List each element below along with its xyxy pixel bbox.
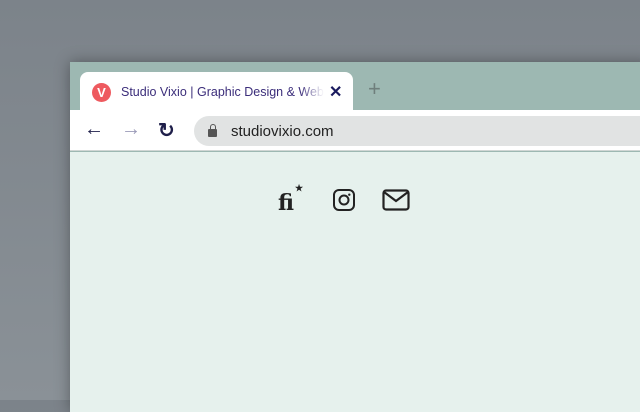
browser-tab[interactable]: V Studio Vixio | Graphic Design & Web De… (80, 72, 353, 112)
address-bar[interactable]: studiovixio.com (194, 116, 640, 146)
favicon-icon: V (92, 82, 111, 102)
fi-logo-icon[interactable]: fi ★ (278, 184, 306, 216)
browser-window: V Studio Vixio | Graphic Design & Web De… (70, 62, 640, 412)
page-content: fi ★ (70, 152, 640, 412)
toolbar: ← → ↻ studiovixio.com (70, 110, 640, 151)
instagram-icon[interactable] (332, 188, 356, 217)
reload-button[interactable]: ↻ (158, 118, 175, 143)
back-button[interactable]: ← (84, 118, 104, 141)
tab-title: Studio Vixio | Graphic Design & Web Desi… (121, 85, 324, 99)
lock-icon (208, 124, 217, 137)
url-text: studiovixio.com (231, 122, 334, 140)
email-icon[interactable] (382, 189, 410, 216)
new-tab-button[interactable]: + (368, 76, 381, 102)
close-tab-icon[interactable]: ✕ (329, 82, 342, 102)
forward-button[interactable]: → (121, 118, 141, 141)
